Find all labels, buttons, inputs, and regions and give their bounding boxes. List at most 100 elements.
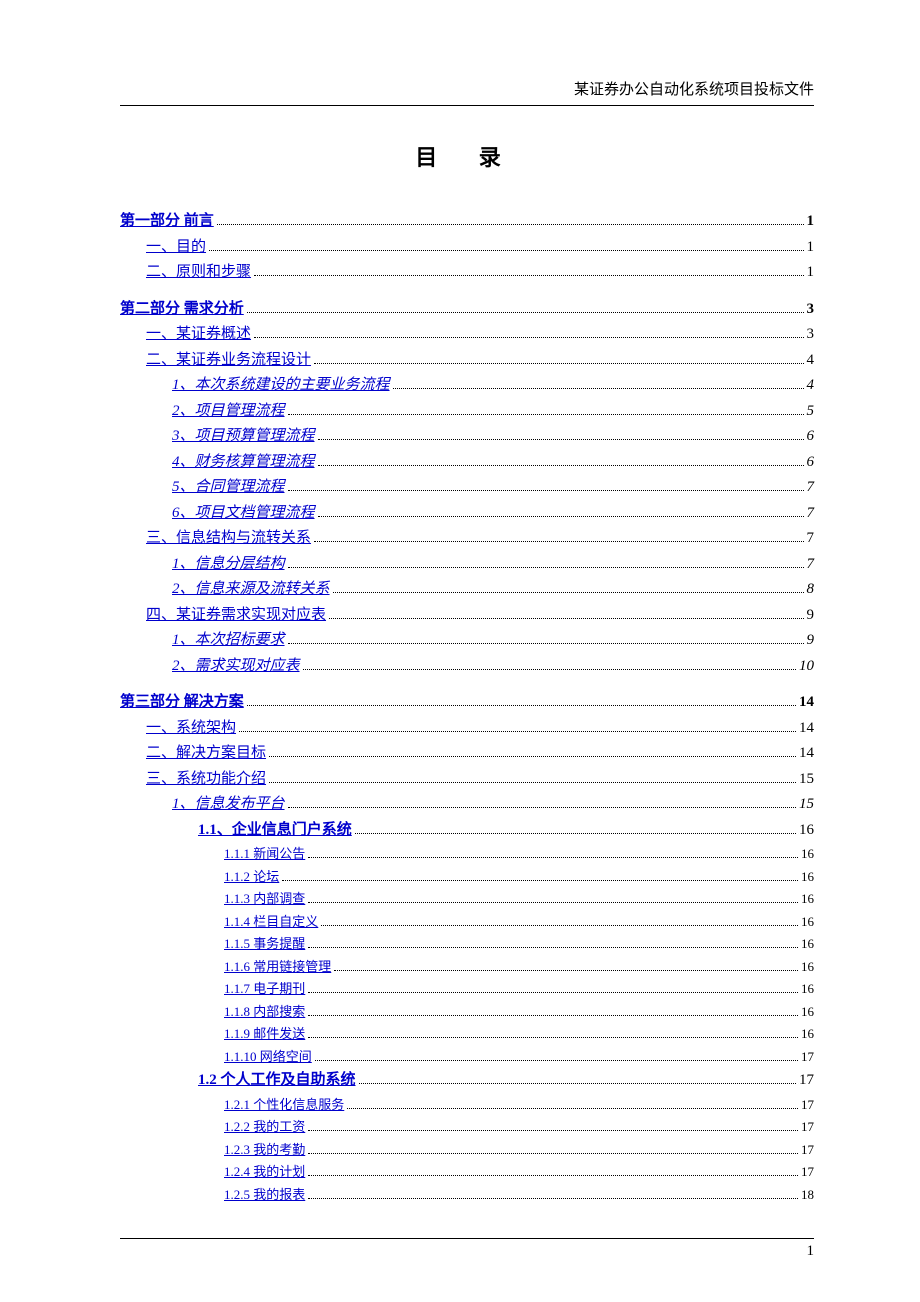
- toc-entry: 4、财务核算管理流程 6: [172, 451, 814, 474]
- toc-page-number: 16: [799, 819, 814, 842]
- toc-link[interactable]: 二、解决方案目标: [146, 742, 266, 765]
- toc-leader-dots: [288, 490, 804, 491]
- toc-entry: 1.2.1 个性化信息服务 17: [224, 1095, 814, 1115]
- toc-entry: 二、原则和步骤1: [146, 261, 814, 284]
- toc-link[interactable]: 二、原则和步骤: [146, 261, 251, 284]
- toc-link[interactable]: 一、目的: [146, 236, 206, 259]
- toc-link[interactable]: 1.1.5 事务提醒: [224, 934, 305, 954]
- toc-link[interactable]: 1.1.3 内部调查: [224, 889, 305, 909]
- toc-link[interactable]: 1.1.6 常用链接管理: [224, 957, 331, 977]
- toc-leader-dots: [288, 643, 804, 644]
- toc-leader-dots: [355, 833, 796, 834]
- toc-entry: 6、项目文档管理流程 7: [172, 502, 814, 525]
- toc-link[interactable]: 1.2.4 我的计划: [224, 1162, 305, 1182]
- toc-link[interactable]: 1.1.2 论坛: [224, 867, 279, 887]
- toc-link[interactable]: 四、某证券需求实现对应表: [146, 604, 326, 627]
- toc-link[interactable]: 5、合同管理流程: [172, 476, 285, 499]
- toc-link[interactable]: 2、信息来源及流转关系: [172, 578, 330, 601]
- toc-leader-dots: [308, 902, 798, 903]
- toc-page-number: 1: [807, 236, 815, 259]
- document-page: 某证券办公自动化系统项目投标文件 目 录 第一部分 前言1一、目的1二、原则和步…: [0, 0, 920, 1302]
- toc-entry: 1.2.5 我的报表18: [224, 1185, 814, 1205]
- toc-page-number: 17: [801, 1095, 814, 1115]
- toc-entry: 5、合同管理流程7: [172, 476, 814, 499]
- toc-link[interactable]: 3、项目预算管理流程: [172, 425, 315, 448]
- toc-link[interactable]: 4、财务核算管理流程: [172, 451, 315, 474]
- toc-link[interactable]: 1.1.10 网络空间: [224, 1047, 312, 1067]
- toc-page-number: 7: [807, 553, 815, 576]
- toc-leader-dots: [308, 992, 798, 993]
- toc-page-number: 7: [807, 527, 815, 550]
- toc-entry: 一、系统架构14: [146, 717, 814, 740]
- toc-entry: 2、项目管理流程 5: [172, 400, 814, 423]
- toc-page-number: 14: [799, 691, 814, 714]
- toc-entry: 1.2 个人工作及自助系统 17: [198, 1069, 814, 1092]
- toc-link[interactable]: 1、本次系统建设的主要业务流程: [172, 374, 390, 397]
- toc-page-number: 17: [799, 1069, 814, 1092]
- toc-link[interactable]: 1.1.8 内部搜索: [224, 1002, 305, 1022]
- toc-leader-dots: [303, 669, 796, 670]
- toc-entry: 二、解决方案目标 14: [146, 742, 814, 765]
- toc-link[interactable]: 三、系统功能介绍: [146, 768, 266, 791]
- toc-entry: 1.1.10 网络空间17: [224, 1047, 814, 1067]
- toc-page-number: 14: [799, 742, 814, 765]
- toc-page-number: 16: [801, 979, 814, 999]
- toc-leader-dots: [308, 1037, 798, 1038]
- toc-link[interactable]: 1.2.3 我的考勤: [224, 1140, 305, 1160]
- toc-leader-dots: [333, 592, 804, 593]
- toc-page-number: 6: [807, 451, 815, 474]
- toc-link[interactable]: 1.1、企业信息门户系统: [198, 819, 352, 842]
- toc-entry: 三、系统功能介绍 15: [146, 768, 814, 791]
- toc-leader-dots: [314, 363, 803, 364]
- toc-leader-dots: [314, 541, 803, 542]
- toc-entry: 第一部分 前言1: [120, 210, 814, 233]
- toc-link[interactable]: 第一部分 前言: [120, 210, 214, 233]
- toc-entry: 1、本次招标要求9: [172, 629, 814, 652]
- toc-link[interactable]: 1.1.4 栏目自定义: [224, 912, 318, 932]
- toc-link[interactable]: 一、某证券概述: [146, 323, 251, 346]
- toc-leader-dots: [347, 1108, 798, 1109]
- toc-link[interactable]: 1.1.9 邮件发送: [224, 1024, 305, 1044]
- toc-page-number: 3: [807, 298, 815, 321]
- toc-link[interactable]: 1.2.1 个性化信息服务: [224, 1095, 344, 1115]
- toc-leader-dots: [359, 1083, 796, 1084]
- toc-leader-dots: [247, 312, 804, 313]
- toc-page-number: 16: [801, 844, 814, 864]
- toc-link[interactable]: 1.2 个人工作及自助系统: [198, 1069, 356, 1092]
- toc-link[interactable]: 1、信息发布平台: [172, 793, 285, 816]
- toc-leader-dots: [254, 275, 803, 276]
- toc-leader-dots: [209, 250, 803, 251]
- toc-entry: 1.1.7 电子期刊 16: [224, 979, 814, 999]
- toc-page-number: 15: [799, 768, 814, 791]
- toc-entry: 1.1、企业信息门户系统 16: [198, 819, 814, 842]
- toc-link[interactable]: 1.1.1 新闻公告: [224, 844, 305, 864]
- toc-leader-dots: [254, 337, 803, 338]
- toc-link[interactable]: 6、项目文档管理流程: [172, 502, 315, 525]
- toc-page-number: 9: [807, 604, 815, 627]
- toc-page-number: 7: [807, 502, 815, 525]
- toc-leader-dots: [308, 1198, 798, 1199]
- toc-link[interactable]: 1、本次招标要求: [172, 629, 285, 652]
- toc-link[interactable]: 二、某证券业务流程设计: [146, 349, 311, 372]
- toc-link[interactable]: 2、需求实现对应表: [172, 655, 300, 678]
- toc-page-number: 16: [801, 1002, 814, 1022]
- toc-link[interactable]: 2、项目管理流程: [172, 400, 285, 423]
- toc-page-number: 6: [807, 425, 815, 448]
- toc-page-number: 16: [801, 1024, 814, 1044]
- toc-link[interactable]: 1.1.7 电子期刊: [224, 979, 305, 999]
- toc-link[interactable]: 三、信息结构与流转关系: [146, 527, 311, 550]
- toc-leader-dots: [308, 1153, 798, 1154]
- toc-page-number: 17: [801, 1117, 814, 1137]
- toc-entry: 1.1.2 论坛16: [224, 867, 814, 887]
- toc-link[interactable]: 1.2.5 我的报表: [224, 1185, 305, 1205]
- toc-leader-dots: [321, 925, 798, 926]
- toc-page-number: 17: [801, 1162, 814, 1182]
- toc-link[interactable]: 1、信息分层结构: [172, 553, 285, 576]
- toc-link[interactable]: 1.2.2 我的工资: [224, 1117, 305, 1137]
- toc-leader-dots: [308, 1130, 798, 1131]
- toc-entry: 一、某证券概述3: [146, 323, 814, 346]
- toc-page-number: 5: [807, 400, 815, 423]
- toc-link[interactable]: 第二部分 需求分析: [120, 298, 244, 321]
- toc-link[interactable]: 一、系统架构: [146, 717, 236, 740]
- toc-link[interactable]: 第三部分 解决方案: [120, 691, 244, 714]
